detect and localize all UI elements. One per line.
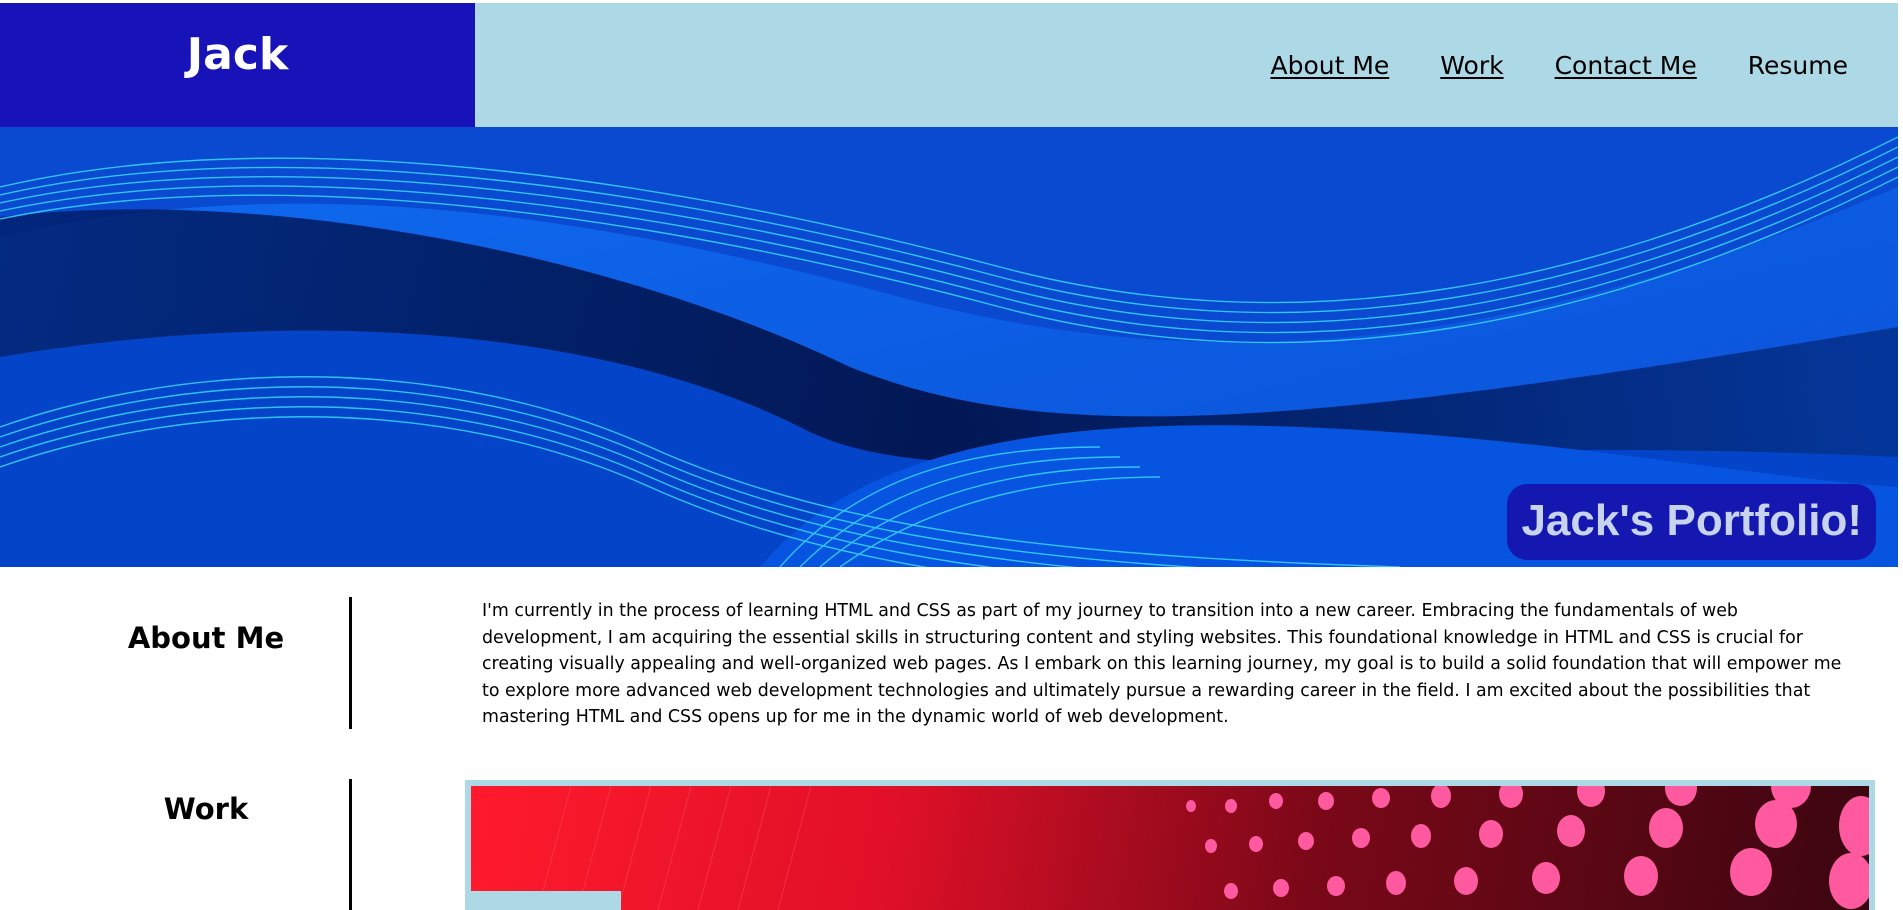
about-me-text: I'm currently in the process of learning… bbox=[482, 601, 1842, 727]
led-dots-pattern bbox=[537, 786, 1869, 910]
nav-work-link[interactable]: Work bbox=[1440, 51, 1503, 80]
page: Jack About Me Work Contact Me Resume Jac… bbox=[0, 0, 1903, 910]
work-divider bbox=[349, 779, 352, 910]
work-project-card[interactable] bbox=[465, 780, 1875, 910]
nav-resume-link[interactable]: Resume bbox=[1748, 51, 1848, 80]
hero-banner: Jack's Portfolio! bbox=[0, 127, 1898, 567]
site-header: Jack About Me Work Contact Me Resume bbox=[0, 3, 1898, 127]
nav-about-me-link[interactable]: About Me bbox=[1270, 51, 1389, 80]
hero-title: Jack's Portfolio! bbox=[1507, 484, 1876, 560]
nav-contact-me-link[interactable]: Contact Me bbox=[1555, 51, 1697, 80]
brand-logo[interactable]: Jack bbox=[0, 3, 475, 127]
about-me-divider bbox=[349, 597, 352, 729]
work-caption-box bbox=[471, 891, 621, 910]
work-project-image[interactable] bbox=[471, 786, 1869, 910]
main-nav: About Me Work Contact Me Resume bbox=[1270, 51, 1848, 80]
